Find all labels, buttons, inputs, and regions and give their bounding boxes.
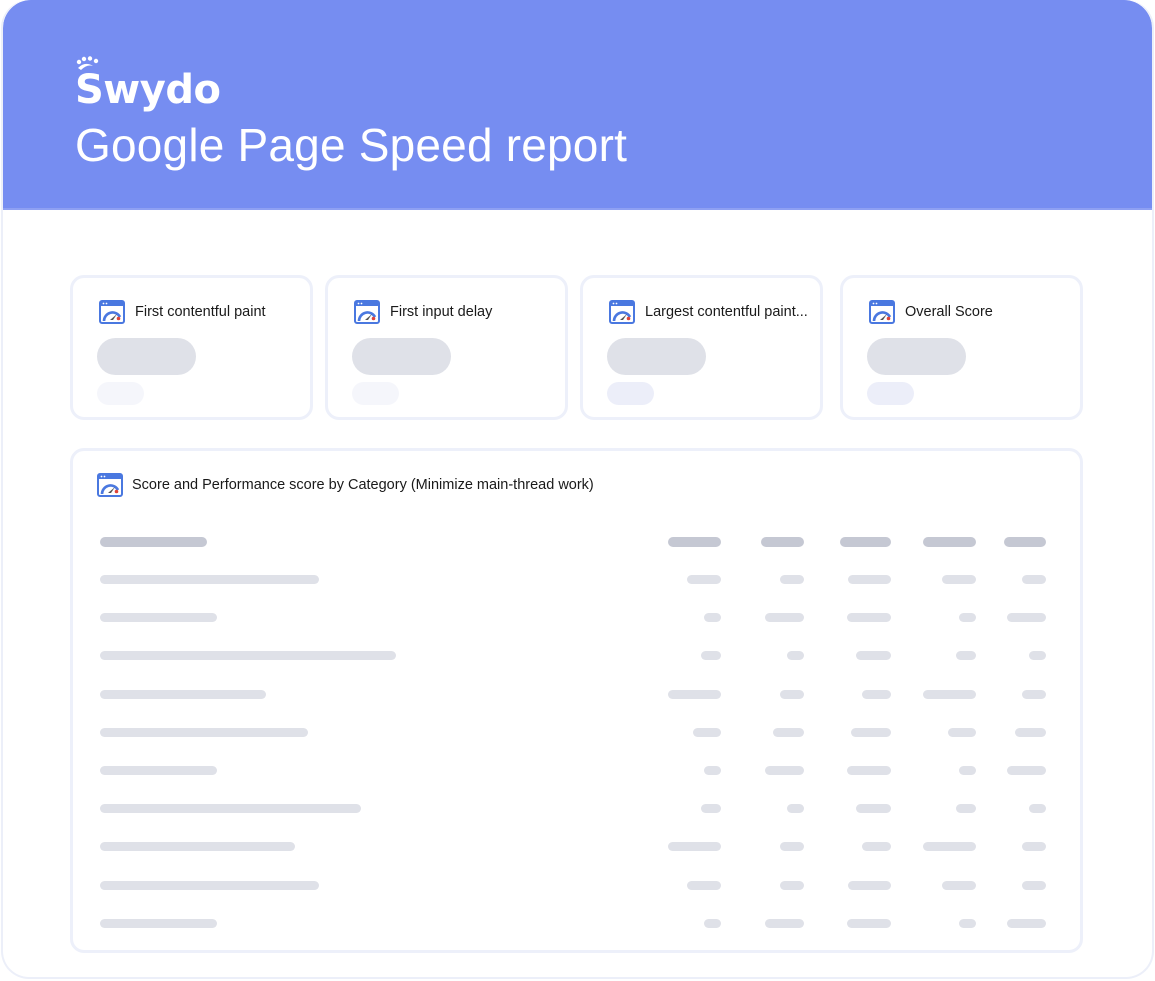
table-header-placeholder	[668, 537, 721, 547]
table-cell-placeholder	[780, 689, 804, 699]
table-header-placeholder	[100, 537, 207, 547]
table-cell-placeholder	[1007, 918, 1046, 928]
table-cell-placeholder	[780, 880, 804, 890]
logo-spark-icon	[76, 56, 99, 70]
table-cell-placeholder	[687, 880, 721, 890]
table-cell-placeholder	[693, 727, 721, 737]
kpi-card-largest-contentful-paint: Largest contentful paint...	[580, 275, 823, 420]
table-cell-placeholder	[1007, 766, 1046, 775]
table-header-placeholder	[761, 537, 804, 547]
table-cell-placeholder	[668, 689, 721, 699]
kpi-change-placeholder	[352, 382, 399, 405]
table-cell-placeholder	[959, 613, 976, 623]
table-row-label-placeholder	[100, 766, 217, 775]
table-row-label-placeholder	[100, 651, 396, 661]
table-cell-placeholder	[773, 727, 804, 737]
table-cell-placeholder	[1022, 575, 1046, 584]
table-row-label-placeholder	[100, 804, 361, 814]
swydo-logo: Swydo	[75, 56, 221, 113]
kpi-change-placeholder	[97, 382, 144, 405]
table-header-placeholder	[1004, 537, 1046, 547]
table-cell-placeholder	[787, 651, 804, 661]
table-cell-placeholder	[942, 880, 976, 890]
table-cell-placeholder	[847, 613, 891, 623]
table-cell-placeholder	[1022, 842, 1046, 852]
table-cell-placeholder	[942, 575, 976, 584]
table-cell-placeholder	[1022, 880, 1046, 890]
pagespeed-gauge-icon	[869, 300, 895, 324]
pagespeed-gauge-icon	[354, 300, 380, 324]
table-row-label-placeholder	[100, 918, 217, 928]
kpi-label: First input delay	[390, 304, 493, 320]
table-cell-placeholder	[848, 880, 891, 890]
table-cell-placeholder	[1022, 689, 1046, 699]
kpi-label: First contentful paint	[135, 304, 266, 320]
table-row-label-placeholder	[100, 613, 217, 623]
table-cell-placeholder	[765, 918, 804, 928]
pagespeed-gauge-icon	[609, 300, 635, 324]
table-cell-placeholder	[862, 842, 891, 852]
kpi-change-placeholder	[867, 382, 914, 405]
table-header-placeholder	[840, 537, 891, 547]
table-cell-placeholder	[959, 918, 976, 928]
table-cell-placeholder	[948, 727, 976, 737]
kpi-card-first-input-delay: First input delay	[325, 275, 568, 420]
table-cell-placeholder	[862, 689, 891, 699]
kpi-value-placeholder	[352, 338, 451, 375]
table-cell-placeholder	[848, 575, 891, 584]
report-header: Swydo Google Page Speed report	[3, 0, 1152, 210]
table-cell-placeholder	[780, 842, 804, 852]
kpi-value-placeholder	[97, 338, 196, 375]
kpi-card-overall-score: Overall Score	[840, 275, 1083, 420]
table-cell-placeholder	[704, 918, 721, 928]
table-cell-placeholder	[856, 651, 891, 661]
pagespeed-gauge-icon	[97, 473, 123, 497]
table-cell-placeholder	[701, 651, 721, 661]
table-row-label-placeholder	[100, 880, 319, 890]
report-frame: Swydo Google Page Speed report First con…	[1, 0, 1154, 979]
table-cell-placeholder	[1015, 727, 1046, 737]
table-cell-placeholder	[687, 575, 721, 584]
table-cell-placeholder	[956, 804, 976, 814]
table-cell-placeholder	[701, 804, 721, 814]
table-cell-placeholder	[1007, 613, 1046, 623]
kpi-card-first-contentful-paint: First contentful paint	[70, 275, 313, 420]
table-cell-placeholder	[851, 727, 891, 737]
table-cell-placeholder	[765, 613, 804, 623]
kpi-value-placeholder	[607, 338, 706, 375]
category-score-table-card: Score and Performance score by Category …	[70, 448, 1083, 953]
table-cell-placeholder	[704, 766, 721, 775]
table-cell-placeholder	[668, 842, 721, 852]
table-cell-placeholder	[847, 766, 891, 775]
table-cell-placeholder	[1029, 804, 1046, 814]
kpi-change-placeholder	[607, 382, 654, 405]
table-cell-placeholder	[780, 575, 804, 584]
table-row-label-placeholder	[100, 689, 266, 699]
table-cell-placeholder	[765, 766, 804, 775]
logo-text: Swydo	[75, 67, 221, 113]
table-row-label-placeholder	[100, 842, 295, 852]
kpi-value-placeholder	[867, 338, 966, 375]
table-cell-placeholder	[1029, 651, 1046, 661]
table-cell-placeholder	[787, 804, 804, 814]
table-cell-placeholder	[923, 689, 976, 699]
table-cell-placeholder	[959, 766, 976, 775]
table-cell-placeholder	[956, 651, 976, 661]
table-cell-placeholder	[847, 918, 891, 928]
table-row-label-placeholder	[100, 727, 308, 737]
kpi-label: Overall Score	[905, 304, 993, 320]
table-header-placeholder	[923, 537, 976, 547]
pagespeed-gauge-icon	[99, 300, 125, 324]
table-cell-placeholder	[856, 804, 891, 814]
table-cell-placeholder	[923, 842, 976, 852]
table-row-label-placeholder	[100, 575, 319, 584]
page-title: Google Page Speed report	[75, 119, 628, 171]
kpi-label: Largest contentful paint...	[645, 304, 808, 320]
table-title: Score and Performance score by Category …	[132, 477, 594, 493]
table-cell-placeholder	[704, 613, 721, 623]
